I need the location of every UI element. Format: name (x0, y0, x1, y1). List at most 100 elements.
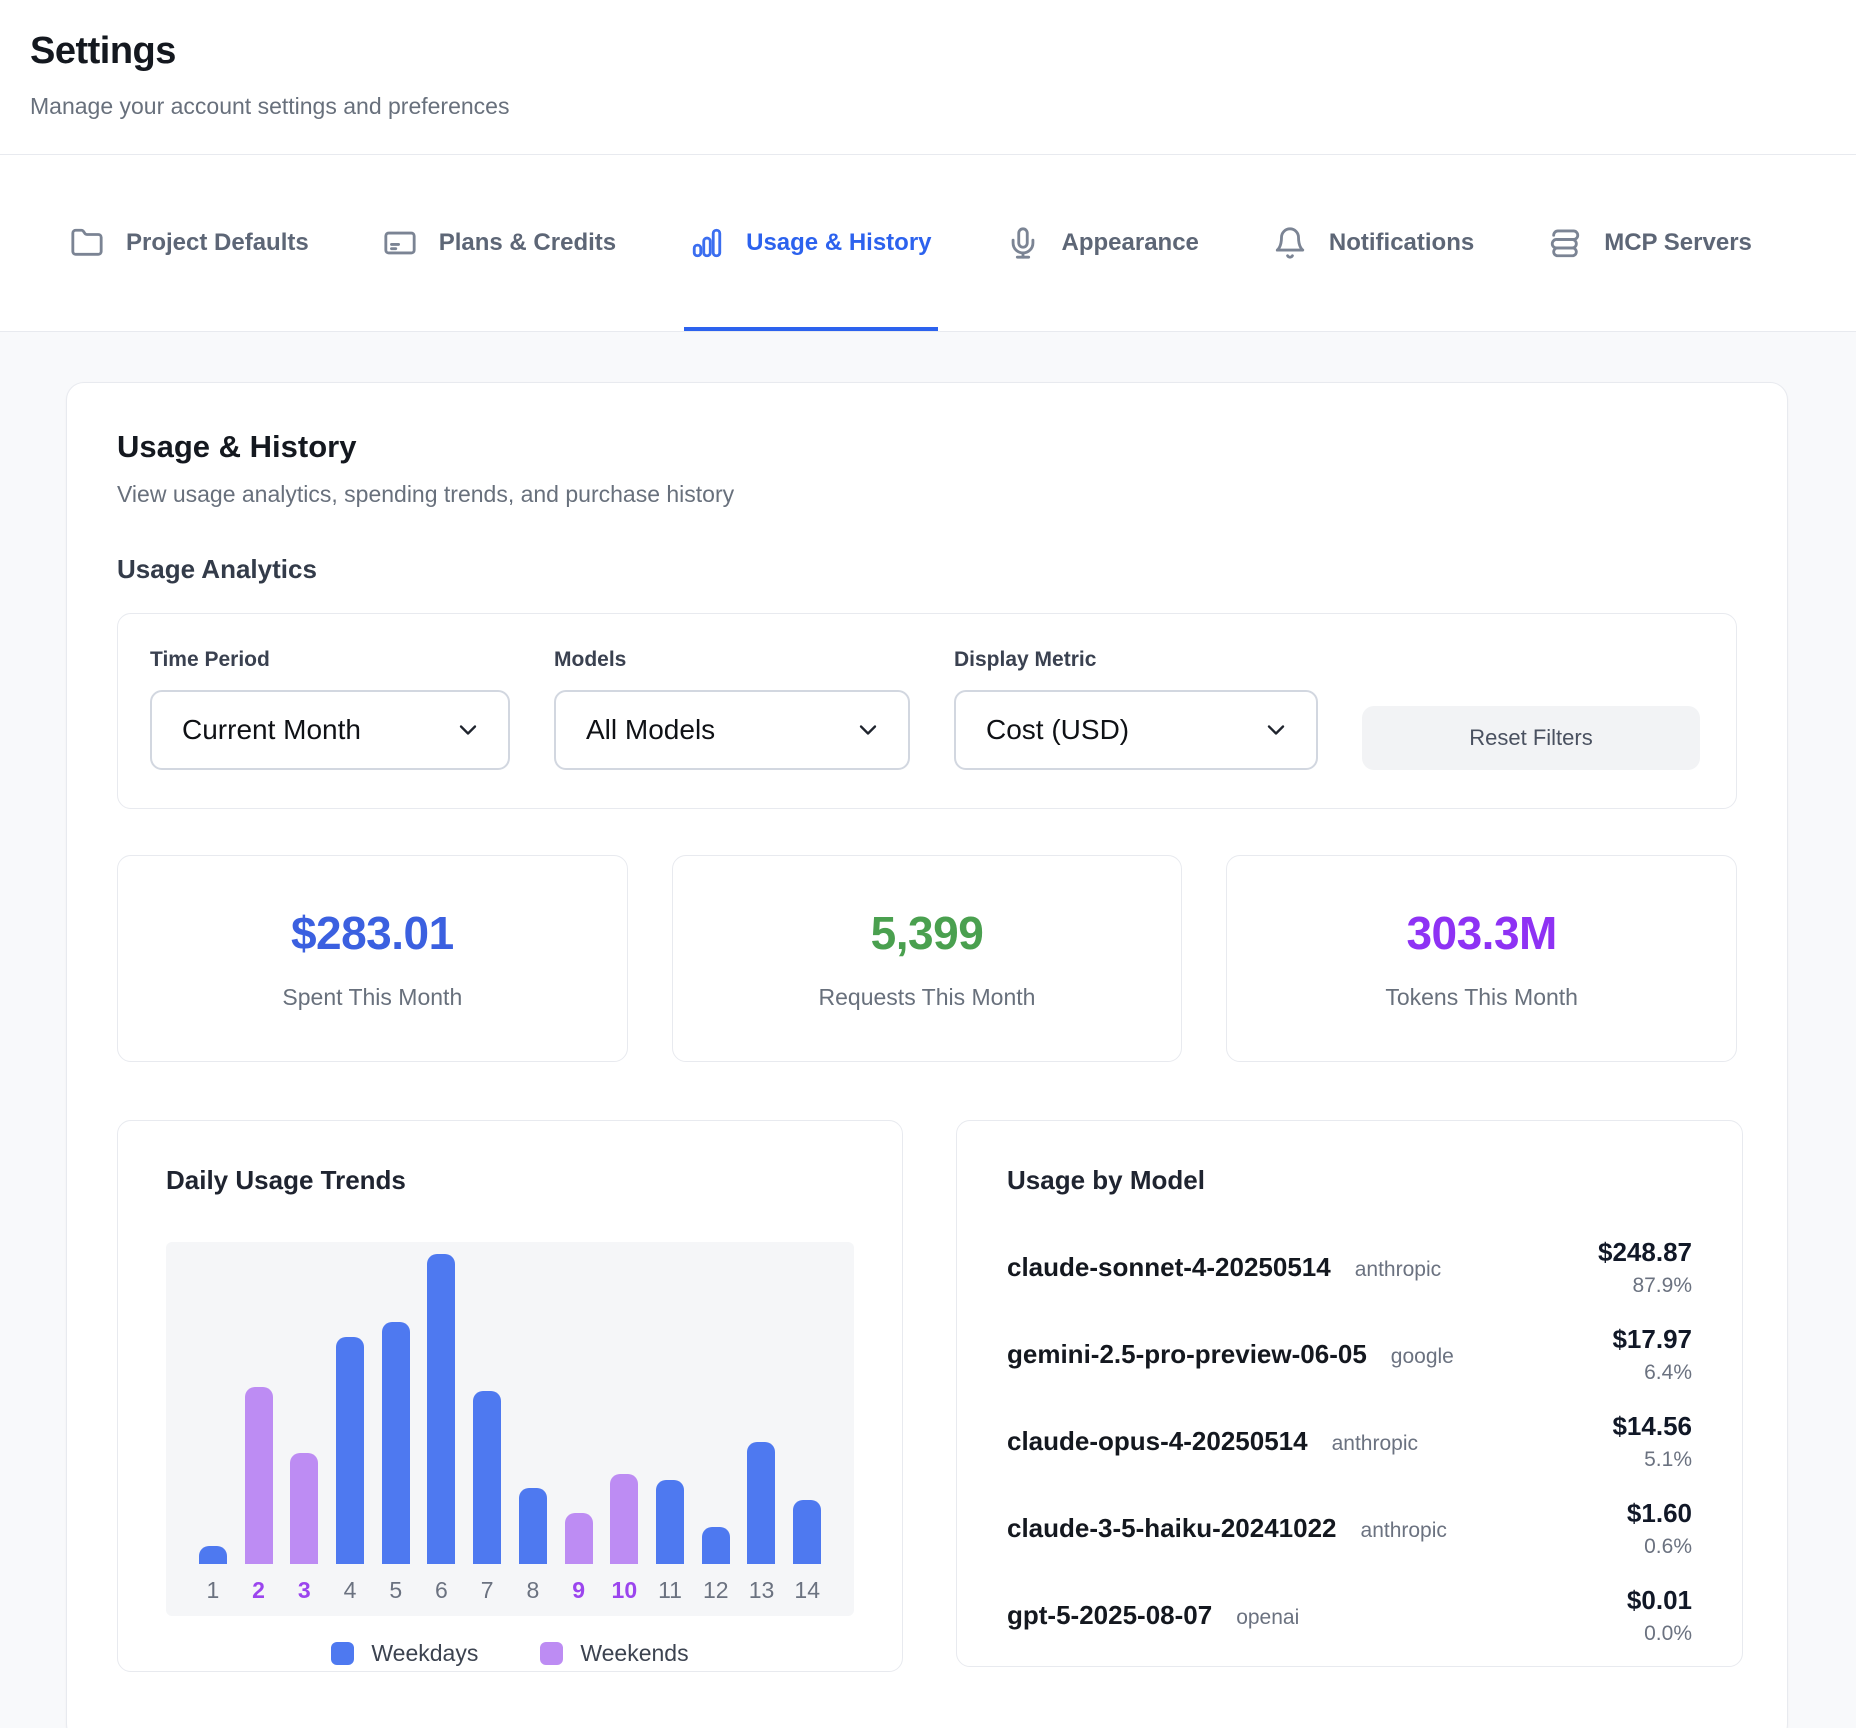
model-name: claude-opus-4-20250514 (1007, 1426, 1308, 1457)
usage-history-panel: Usage & History View usage analytics, sp… (66, 382, 1788, 1728)
chart-x-label: 3 (298, 1564, 311, 1616)
weekday-bar (427, 1254, 455, 1564)
page-subtitle: Manage your account settings and prefere… (30, 93, 1826, 120)
weekday-bar (519, 1488, 547, 1564)
tab-plans-credits[interactable]: Plans & Credits (377, 155, 622, 331)
tab-usage-history[interactable]: Usage & History (684, 155, 937, 331)
microphone-icon (1006, 226, 1040, 260)
spent-this-month-card: $283.01 Spent This Month (117, 855, 628, 1062)
usage-analytics-heading: Usage Analytics (117, 554, 1737, 585)
chart-bar-column: 10 (601, 1242, 647, 1616)
daily-usage-bar-chart: 1234567891011121314 (166, 1242, 854, 1616)
chart-bar-column: 6 (419, 1242, 465, 1616)
requests-label: Requests This Month (819, 984, 1036, 1011)
requests-this-month-card: 5,399 Requests This Month (672, 855, 1183, 1062)
chart-bar-column: 9 (556, 1242, 602, 1616)
filters-panel: Time Period Current Month Models All Mod… (117, 613, 1737, 809)
model-provider: anthropic (1332, 1432, 1418, 1456)
folder-icon (70, 226, 104, 260)
chart-x-label: 6 (435, 1564, 448, 1616)
weekday-bar (199, 1546, 227, 1564)
models-label: Models (554, 648, 910, 672)
weekday-bar (793, 1500, 821, 1564)
bottom-row: Daily Usage Trends 1234567891011121314 W… (117, 1120, 1737, 1672)
model-cost: $248.87 (1598, 1237, 1692, 1268)
tokens-this-month-card: 303.3M Tokens This Month (1226, 855, 1737, 1062)
tab-label: Project Defaults (126, 229, 309, 257)
display-metric-value: Cost (USD) (986, 714, 1129, 746)
model-provider: google (1391, 1345, 1454, 1369)
display-metric-select[interactable]: Cost (USD) (954, 690, 1318, 770)
time-period-select[interactable]: Current Month (150, 690, 510, 770)
chart-x-label: 14 (794, 1564, 820, 1616)
display-metric-field: Display Metric Cost (USD) (954, 648, 1318, 770)
model-name: claude-3-5-haiku-20241022 (1007, 1513, 1337, 1544)
weekday-bar (747, 1442, 775, 1564)
tab-appearance[interactable]: Appearance (1000, 155, 1205, 331)
tab-label: Plans & Credits (439, 229, 616, 257)
tab-mcp-servers[interactable]: MCP Servers (1542, 155, 1758, 331)
chart-x-label: 13 (749, 1564, 775, 1616)
model-name: gpt-5-2025-08-07 (1007, 1600, 1212, 1631)
chart-x-label: 12 (703, 1564, 729, 1616)
chevron-down-icon (854, 716, 882, 744)
legend-item-weekends: Weekends (540, 1640, 688, 1667)
model-name: gemini-2.5-pro-preview-06-05 (1007, 1339, 1367, 1370)
weekday-bar (473, 1391, 501, 1564)
model-cost: $17.97 (1612, 1324, 1692, 1355)
weekend-bar (245, 1387, 273, 1564)
settings-tabbar: Project Defaults Plans & Credits Usage &… (0, 155, 1856, 332)
model-provider: openai (1236, 1606, 1299, 1630)
chart-x-label: 8 (526, 1564, 539, 1616)
tokens-value: 303.3M (1406, 906, 1556, 960)
model-share: 0.6% (1627, 1535, 1692, 1559)
page-header: Settings Manage your account settings an… (0, 0, 1856, 155)
reset-filters-field: Reset Filters (1362, 648, 1700, 770)
chart-legend: Weekdays Weekends (166, 1640, 854, 1667)
chart-x-label: 7 (481, 1564, 494, 1616)
chart-x-label: 10 (612, 1564, 638, 1616)
section-title: Usage & History (117, 429, 1737, 465)
usage-by-model-title: Usage by Model (1007, 1165, 1692, 1196)
chart-x-label: 9 (572, 1564, 585, 1616)
model-row: claude-sonnet-4-20250514 anthropic $248.… (1007, 1224, 1692, 1311)
model-rows: claude-sonnet-4-20250514 anthropic $248.… (1007, 1224, 1692, 1659)
chart-x-label: 5 (389, 1564, 402, 1616)
chart-bar-column: 13 (739, 1242, 785, 1616)
tab-project-defaults[interactable]: Project Defaults (64, 155, 315, 331)
tokens-label: Tokens This Month (1385, 984, 1578, 1011)
time-period-value: Current Month (182, 714, 361, 746)
models-field: Models All Models (554, 648, 910, 770)
models-select[interactable]: All Models (554, 690, 910, 770)
legend-item-weekdays: Weekdays (331, 1640, 478, 1667)
weekday-bar (336, 1337, 364, 1564)
chart-x-label: 2 (252, 1564, 265, 1616)
weekday-bar (382, 1322, 410, 1564)
model-share: 6.4% (1612, 1361, 1692, 1385)
chart-bar-column: 2 (236, 1242, 282, 1616)
chart-x-label: 1 (206, 1564, 219, 1616)
weekday-bar (656, 1480, 684, 1564)
model-provider: anthropic (1355, 1258, 1441, 1282)
model-row: gpt-5-2025-08-07 openai $0.01 0.0% (1007, 1572, 1692, 1659)
legend-label: Weekends (580, 1640, 688, 1667)
spent-label: Spent This Month (282, 984, 462, 1011)
chart-bar-column: 14 (784, 1242, 830, 1616)
model-row: claude-3-5-haiku-20241022 anthropic $1.6… (1007, 1485, 1692, 1572)
model-row: claude-opus-4-20250514 anthropic $14.56 … (1007, 1398, 1692, 1485)
usage-by-model-card: Usage by Model claude-sonnet-4-20250514 … (956, 1120, 1743, 1667)
chevron-down-icon (1262, 716, 1290, 744)
chevron-down-icon (454, 716, 482, 744)
daily-usage-trends-card: Daily Usage Trends 1234567891011121314 W… (117, 1120, 903, 1672)
tab-notifications[interactable]: Notifications (1267, 155, 1480, 331)
tab-label: MCP Servers (1604, 229, 1752, 257)
model-cost: $0.01 (1627, 1585, 1692, 1616)
spent-value: $283.01 (291, 906, 454, 960)
tab-label: Usage & History (746, 229, 931, 257)
model-share: 0.0% (1627, 1622, 1692, 1646)
credit-card-icon (383, 226, 417, 260)
model-row: gemini-2.5-pro-preview-06-05 google $17.… (1007, 1311, 1692, 1398)
chart-bar-column: 1 (190, 1242, 236, 1616)
tab-label: Notifications (1329, 229, 1474, 257)
reset-filters-button[interactable]: Reset Filters (1362, 706, 1700, 770)
